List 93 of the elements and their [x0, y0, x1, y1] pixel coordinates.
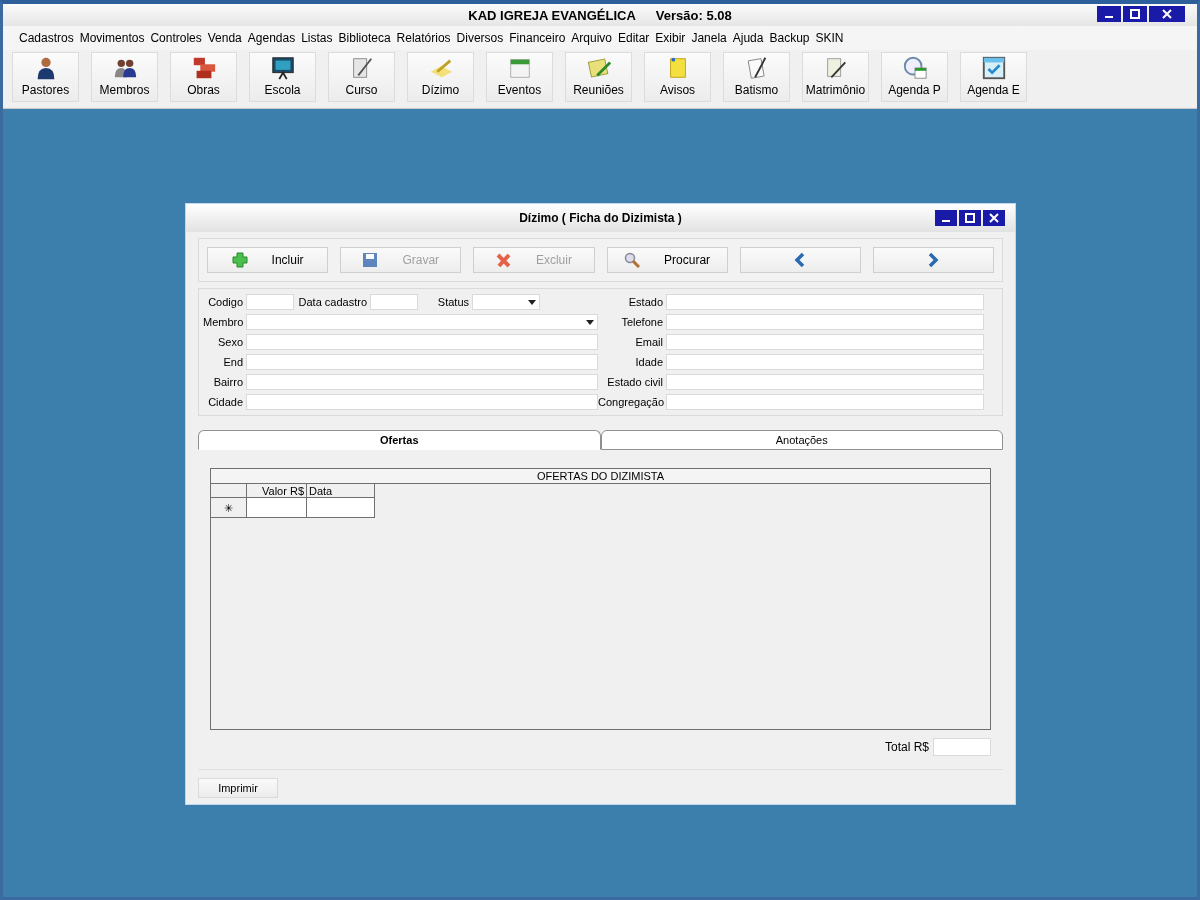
action-button[interactable]: Procurar: [606, 247, 728, 273]
text-field[interactable]: [246, 374, 598, 390]
toolbar-button[interactable]: Eventos: [486, 52, 553, 102]
dropdown-field[interactable]: [246, 314, 598, 330]
toolbar-button[interactable]: Matrimônio: [802, 52, 869, 102]
print-button[interactable]: Imprimir: [198, 778, 278, 798]
menu-item[interactable]: Janela: [688, 31, 730, 45]
menu-item[interactable]: Ajuda: [729, 31, 767, 45]
close-button[interactable]: [983, 210, 1005, 226]
menu-item[interactable]: Biblioteca: [335, 31, 394, 45]
minimize-button[interactable]: [1097, 6, 1121, 22]
menu-item[interactable]: Arquivo: [568, 31, 615, 45]
field-label: Codigo: [207, 296, 243, 308]
text-field[interactable]: [246, 334, 598, 350]
maximize-icon: [1130, 9, 1140, 19]
column-header[interactable]: Valor R$: [247, 484, 307, 498]
row-marker: ✳: [211, 498, 247, 518]
action-button[interactable]: Incluir: [207, 247, 329, 273]
minimize-button[interactable]: [935, 210, 957, 226]
menu-item[interactable]: Venda: [204, 31, 245, 45]
text-field[interactable]: [666, 394, 984, 410]
close-icon: [989, 213, 999, 223]
field-label: Status: [436, 296, 469, 308]
menu-item[interactable]: Backup: [766, 31, 813, 45]
text-field[interactable]: [666, 354, 984, 370]
total-label: Total R$: [884, 740, 929, 754]
tab[interactable]: Anotações: [600, 430, 1003, 450]
menu-item[interactable]: Listas: [298, 31, 336, 45]
field-label: Estado civil: [606, 376, 663, 388]
total-field[interactable]: [933, 738, 991, 756]
close-icon: [1162, 9, 1172, 19]
text-field[interactable]: [666, 314, 984, 330]
grid-cell[interactable]: [247, 498, 307, 518]
field-label: Cidade: [207, 396, 243, 408]
action-button[interactable]: [872, 247, 995, 273]
field-label: Idade: [634, 356, 663, 368]
toolbar-button[interactable]: Dízimo: [407, 52, 474, 102]
toolbar-button[interactable]: Agenda P: [881, 52, 948, 102]
toolbar-button[interactable]: Reuniões: [565, 52, 632, 102]
field-label: Sexo: [216, 336, 243, 348]
action-button[interactable]: [739, 247, 861, 273]
minimize-icon: [1105, 16, 1113, 18]
menu-item[interactable]: Editar: [615, 31, 653, 45]
field-label: Bairro: [212, 376, 243, 388]
close-button[interactable]: [1149, 6, 1185, 22]
window-title: KAD IGREJA EVANGÉLICA: [468, 7, 636, 23]
dropdown-arrow-icon[interactable]: [586, 319, 594, 325]
field-label: Congregação: [598, 396, 663, 408]
menu-item[interactable]: Diversos: [453, 31, 507, 45]
menu-item[interactable]: Financeiro: [506, 31, 569, 45]
search-icon: [624, 252, 641, 268]
toolbar-button[interactable]: Agenda E: [960, 52, 1027, 102]
menu-item[interactable]: Controles: [147, 31, 205, 45]
menu-item[interactable]: Cadastros: [16, 31, 77, 45]
text-field[interactable]: [246, 354, 598, 370]
dialog-title: Dízimo ( Ficha do Dizimista ): [519, 211, 682, 225]
version-label: Versão: 5.08: [655, 7, 732, 23]
field-label: Email: [634, 336, 663, 348]
plus-icon: [231, 252, 248, 268]
field-label: End: [222, 356, 243, 368]
field-label: Data cadastro: [297, 296, 367, 308]
menu-item[interactable]: Agendas: [244, 31, 299, 45]
cross-icon: [495, 252, 512, 268]
field-label: Estado: [627, 296, 663, 308]
toolbar-button[interactable]: Obras: [170, 52, 237, 102]
text-field[interactable]: [370, 294, 418, 310]
toolbar-button[interactable]: Batismo: [723, 52, 790, 102]
grid-cell[interactable]: [307, 498, 375, 518]
menu-item[interactable]: SKIN: [812, 31, 847, 45]
grid-caption: OFERTAS DO DIZIMISTA: [211, 469, 990, 484]
column-header[interactable]: Data: [307, 484, 375, 498]
maximize-button[interactable]: [1123, 6, 1147, 22]
dropdown-arrow-icon[interactable]: [528, 299, 536, 305]
toolbar-button[interactable]: Curso: [328, 52, 395, 102]
tab[interactable]: Ofertas: [198, 430, 601, 450]
menu-item[interactable]: Relatórios: [393, 31, 454, 45]
field-label: Membro: [203, 316, 243, 328]
dropdown-field[interactable]: [472, 294, 540, 310]
text-field[interactable]: [246, 394, 598, 410]
toolbar-button[interactable]: Pastores: [12, 52, 79, 102]
toolbar-button[interactable]: Membros: [91, 52, 158, 102]
minimize-icon: [942, 220, 950, 222]
menu-item[interactable]: Movimentos: [76, 31, 148, 45]
text-field[interactable]: [666, 294, 984, 310]
text-field[interactable]: [666, 374, 984, 390]
text-field[interactable]: [246, 294, 294, 310]
toolbar-button[interactable]: Avisos: [644, 52, 711, 102]
toolbar-button[interactable]: Escola: [249, 52, 316, 102]
field-label: Telefone: [620, 316, 663, 328]
maximize-icon: [965, 213, 975, 223]
menu-item[interactable]: Exibir: [652, 31, 689, 45]
maximize-button[interactable]: [959, 210, 981, 226]
text-field[interactable]: [666, 334, 984, 350]
